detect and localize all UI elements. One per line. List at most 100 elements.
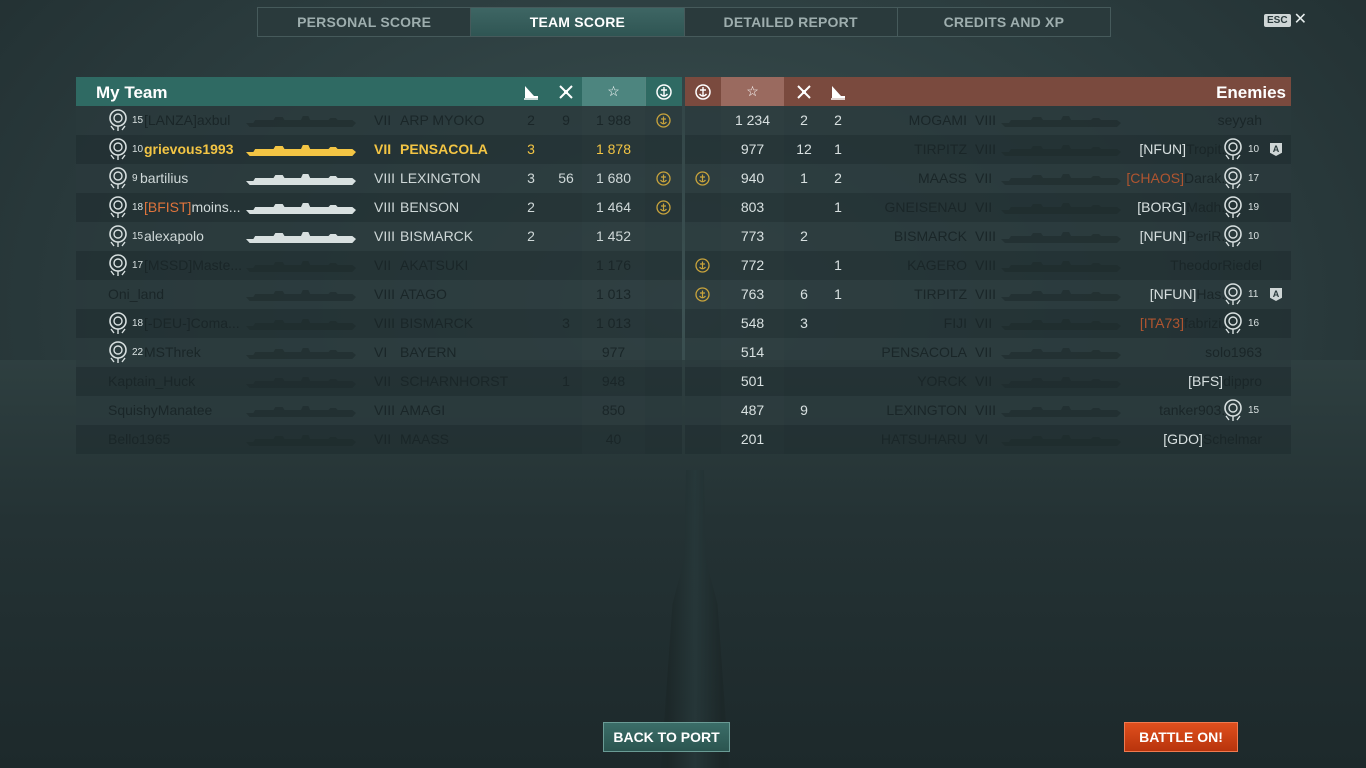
ship-silhouette: [1001, 405, 1121, 417]
table-row[interactable]: 18 [BFIST]moins... VIII BENSON 2 1 464: [76, 193, 682, 222]
table-row[interactable]: 487 9 LEXINGTON VIII tanker903... 15: [685, 396, 1291, 425]
table-row[interactable]: 514 PENSACOLA VII solo1963: [685, 338, 1291, 367]
rank-badge-icon: [106, 224, 130, 248]
my-team-title: My Team: [96, 83, 168, 102]
base-xp-star-icon[interactable]: ☆: [582, 77, 645, 106]
back-to-port-button[interactable]: BACK TO PORT: [603, 722, 730, 752]
tab-personal-score[interactable]: PERSONAL SCORE: [258, 8, 472, 36]
base-xp-value: 487: [740, 402, 765, 418]
table-row[interactable]: 15 [LANZA]axbul VII ARP MYOKO 2 9 1 988: [76, 106, 682, 135]
table-row[interactable]: 501 YORCK VII [BFS]dippro: [685, 367, 1291, 396]
player-cell: [BORG]Madh...: [1137, 193, 1233, 222]
ship-silhouette: [246, 434, 356, 446]
player-name: SquishyManatee: [108, 402, 213, 418]
table-row[interactable]: 201 HATSUHARU VI [GDO]Schelmar: [685, 425, 1291, 454]
ship-tier: VIII: [374, 199, 396, 215]
base-xp-star-icon[interactable]: ☆: [721, 77, 784, 106]
rank-badge-icon: [106, 253, 130, 277]
ship-silhouette: [1001, 376, 1121, 388]
table-row[interactable]: SquishyManatee VIII AMAGI 850: [76, 396, 682, 425]
rank-number: 9: [132, 173, 138, 184]
table-row[interactable]: 22 MSThrek VI BAYERN 977: [76, 338, 682, 367]
base-xp-value: 977: [740, 141, 765, 157]
table-row[interactable]: 15 alexapolo VIII BISMARCK 2 1 452: [76, 222, 682, 251]
table-row[interactable]: 773 2 BISMARCK VIII [NFUN]PeriR... 10: [685, 222, 1291, 251]
table-row[interactable]: 10 grievous1993 VII PENSACOLA 3 1 878: [76, 135, 682, 164]
ship-tier: VIII: [374, 228, 396, 244]
achievement-icon: [646, 77, 682, 106]
player-cell: Oni_land: [108, 280, 164, 309]
player-cell: Kaptain_Huck: [108, 367, 195, 396]
planes-destroyed-value: 12: [796, 141, 812, 157]
player-name: moins...: [191, 199, 241, 215]
tab-credits-and-xp[interactable]: CREDITS AND XP: [898, 8, 1110, 36]
table-row[interactable]: 803 1 GNEISENAU VII [BORG]Madh... 19: [685, 193, 1291, 222]
ship-silhouette: [246, 202, 356, 214]
ship-tier: VII: [975, 199, 993, 215]
rank-number: 18: [132, 202, 144, 213]
rank-badge-icon: [106, 195, 130, 219]
player-cell: [BFS]dippro: [1188, 367, 1262, 396]
ship-destroyed-icon: [516, 77, 546, 106]
player-cell: [GDO]Schelmar: [1163, 425, 1262, 454]
ship-tier: VIII: [374, 170, 396, 186]
ship-name: MOGAMI: [908, 112, 967, 128]
table-row[interactable]: 548 3 FIJI VII [ITA73]fabrizi... 16: [685, 309, 1291, 338]
table-row[interactable]: 1 234 2 2 MOGAMI VIII seyyah: [685, 106, 1291, 135]
rank-number: 18: [132, 318, 144, 329]
achievement-icon: [695, 258, 710, 273]
ship-silhouette: [246, 318, 356, 330]
base-xp-value: 1 680: [595, 170, 632, 186]
battle-on-button[interactable]: BATTLE ON!: [1124, 722, 1238, 752]
ship-silhouette: [1001, 260, 1121, 272]
table-row[interactable]: Oni_land VIII ATAGO 1 013: [76, 280, 682, 309]
ship-name: MAASS: [917, 170, 967, 186]
tab-team-score[interactable]: TEAM SCORE: [471, 8, 685, 36]
rank-number: 22: [132, 347, 144, 358]
clan-tag: [BORG]: [1137, 199, 1187, 215]
player-cell: bartilius: [140, 164, 188, 193]
player-name: seyyah: [1217, 112, 1262, 128]
player-cell: [MSSD]Maste...: [144, 251, 242, 280]
rank-number: 17: [132, 260, 144, 271]
rank-number: 15: [132, 231, 144, 242]
ship-destroyed-icon: [823, 77, 853, 106]
rank-number: 10: [132, 144, 144, 155]
ship-name: AKATSUKI: [400, 257, 469, 273]
player-name: Schelmar: [1202, 431, 1262, 447]
table-row[interactable]: 9 bartilius VIII LEXINGTON 3 56 1 680: [76, 164, 682, 193]
close-button[interactable]: ESC ✕: [1264, 12, 1307, 28]
table-row[interactable]: 763 6 1 TIRPITZ VIII [NFUN]Has... 11 A: [685, 280, 1291, 309]
planes-destroyed-value: 9: [800, 402, 808, 418]
table-row[interactable]: Bello1965 VII MAASS 40: [76, 425, 682, 454]
ship-silhouette: [246, 347, 356, 359]
player-cell: [NFUN]PeriR...: [1140, 222, 1233, 251]
ship-name: GNEISENAU: [884, 199, 967, 215]
ship-name: LEXINGTON: [400, 170, 481, 186]
enemies-header: ☆ Enemies: [685, 77, 1291, 106]
base-xp-value: 40: [605, 431, 622, 447]
tab-detailed-report[interactable]: DETAILED REPORT: [685, 8, 898, 36]
ship-tier: VII: [975, 344, 993, 360]
table-row[interactable]: 772 1 KAGERO VIII TheodorRiedel: [685, 251, 1291, 280]
player-cell: [LANZA]axbul: [144, 106, 230, 135]
table-row[interactable]: Kaptain_Huck VII SCHARNHORST 1 948: [76, 367, 682, 396]
planes-destroyed-value: 3: [800, 315, 808, 331]
table-row[interactable]: 977 12 1 TIRPITZ VIII [NFUN]Tropit... 10 A: [685, 135, 1291, 164]
player-cell: [NFUN]Tropit...: [1139, 135, 1233, 164]
base-xp-value: 940: [740, 170, 765, 186]
rank-badge-icon: [1221, 195, 1245, 219]
table-row[interactable]: 940 1 2 MAASS VII [CHAOS]Darak... 17: [685, 164, 1291, 193]
planes-destroyed-icon: [551, 77, 581, 106]
ship-silhouette: [246, 405, 356, 417]
table-row[interactable]: 18 [-DEU-]Coma... VIII BISMARCK 3 1 013: [76, 309, 682, 338]
base-xp-value: 1 013: [595, 315, 632, 331]
base-xp-value: 1 452: [595, 228, 632, 244]
table-row[interactable]: 17 [MSSD]Maste... VII AKATSUKI 1 176: [76, 251, 682, 280]
top-tabs: PERSONAL SCORE TEAM SCORE DETAILED REPOR…: [257, 7, 1111, 37]
player-name: Oni_land: [108, 286, 165, 302]
player-name: bartilius: [140, 170, 189, 186]
ship-tier: VII: [374, 431, 392, 447]
rank-badge-icon: [1221, 137, 1245, 161]
player-cell: [CHAOS]Darak...: [1126, 164, 1233, 193]
